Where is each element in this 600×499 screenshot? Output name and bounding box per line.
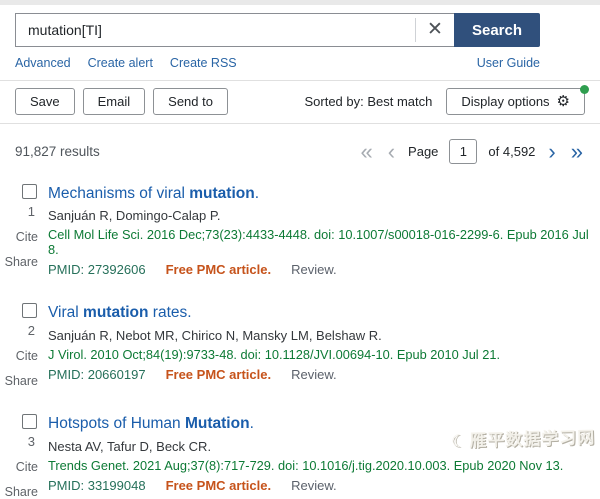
results-list: 1 Cite Share Mechanisms of viral mutatio… bbox=[0, 172, 600, 499]
save-button[interactable]: Save bbox=[15, 88, 75, 115]
result-content: Hotspots of Human Mutation. Nesta AV, Ta… bbox=[48, 414, 590, 499]
article-authors: Sanjuán R, Domingo-Calap P. bbox=[48, 208, 590, 223]
advanced-link[interactable]: Advanced bbox=[15, 56, 71, 70]
article-pmid: PMID: 20660197 bbox=[48, 367, 146, 382]
article-citation: Trends Genet. 2021 Aug;37(8):717-729. do… bbox=[48, 458, 590, 473]
free-pmc-label: Free PMC article. bbox=[166, 262, 272, 277]
publication-type: Review. bbox=[291, 367, 337, 382]
create-rss-link[interactable]: Create RSS bbox=[170, 56, 237, 70]
result-rail: 3 Cite Share bbox=[0, 414, 48, 499]
page-label: Page bbox=[408, 144, 438, 159]
free-pmc-label: Free PMC article. bbox=[166, 367, 272, 382]
total-pages-label: of 4,592 bbox=[488, 144, 535, 159]
results-toolbar: Save Email Send to Sorted by: Best match… bbox=[0, 81, 600, 123]
result-number: 3 bbox=[28, 434, 35, 449]
first-page-icon[interactable]: « bbox=[358, 144, 374, 160]
publication-type: Review. bbox=[291, 478, 337, 493]
publication-type: Review. bbox=[291, 262, 337, 277]
display-options-button[interactable]: Display options ⚙ bbox=[446, 88, 585, 115]
last-page-icon[interactable]: » bbox=[569, 144, 585, 160]
result-checkbox[interactable] bbox=[22, 414, 37, 429]
page-number-input[interactable] bbox=[449, 139, 477, 164]
sorted-by-label[interactable]: Sorted by: Best match bbox=[304, 94, 432, 109]
cite-button[interactable]: Cite bbox=[16, 349, 38, 363]
search-header: ✕ Search Advanced Create alert Create RS… bbox=[0, 5, 600, 80]
display-options-label: Display options bbox=[461, 94, 549, 109]
create-alert-link[interactable]: Create alert bbox=[88, 56, 153, 70]
free-pmc-label: Free PMC article. bbox=[166, 478, 272, 493]
result-rail: 1 Cite Share bbox=[0, 184, 48, 277]
search-input[interactable] bbox=[16, 22, 415, 38]
search-button[interactable]: Search bbox=[454, 13, 540, 47]
article-citation: J Virol. 2010 Oct;84(19):9733-48. doi: 1… bbox=[48, 347, 590, 362]
result-rail: 2 Cite Share bbox=[0, 303, 48, 388]
article-authors: Nesta AV, Tafur D, Beck CR. bbox=[48, 439, 590, 454]
result-checkbox[interactable] bbox=[22, 184, 37, 199]
result-number: 2 bbox=[28, 323, 35, 338]
article-title-link[interactable]: Mechanisms of viral mutation. bbox=[48, 184, 590, 203]
result-content: Viral mutation rates. Sanjuán R, Nebot M… bbox=[48, 303, 590, 388]
result-item-2: 2 Cite Share Viral mutation rates. Sanju… bbox=[0, 303, 590, 388]
cite-button[interactable]: Cite bbox=[16, 460, 38, 474]
results-bar: 91,827 results « ‹ Page of 4,592 › » bbox=[0, 124, 600, 172]
search-input-wrap: ✕ bbox=[15, 13, 454, 47]
result-item-1: 1 Cite Share Mechanisms of viral mutatio… bbox=[0, 184, 590, 277]
article-title-link[interactable]: Viral mutation rates. bbox=[48, 303, 590, 322]
article-title-link[interactable]: Hotspots of Human Mutation. bbox=[48, 414, 590, 433]
email-button[interactable]: Email bbox=[83, 88, 146, 115]
result-number: 1 bbox=[28, 204, 35, 219]
result-content: Mechanisms of viral mutation. Sanjuán R,… bbox=[48, 184, 590, 277]
prev-page-icon[interactable]: ‹ bbox=[386, 144, 397, 160]
result-item-3: 3 Cite Share Hotspots of Human Mutation.… bbox=[0, 414, 590, 499]
results-count: 91,827 results bbox=[15, 144, 100, 159]
clear-search-icon[interactable]: ✕ bbox=[416, 14, 454, 46]
cite-button[interactable]: Cite bbox=[16, 230, 38, 244]
user-guide-link[interactable]: User Guide bbox=[477, 56, 540, 70]
article-pmid: PMID: 33199048 bbox=[48, 478, 146, 493]
next-page-icon[interactable]: › bbox=[546, 144, 557, 160]
notification-dot bbox=[580, 85, 589, 94]
share-button[interactable]: Share bbox=[5, 485, 38, 499]
article-authors: Sanjuán R, Nebot MR, Chirico N, Mansky L… bbox=[48, 328, 590, 343]
result-checkbox[interactable] bbox=[22, 303, 37, 318]
send-to-button[interactable]: Send to bbox=[153, 88, 228, 115]
pagination: « ‹ Page of 4,592 › » bbox=[358, 139, 585, 164]
article-citation: Cell Mol Life Sci. 2016 Dec;73(23):4433-… bbox=[48, 227, 590, 257]
article-pmid: PMID: 27392606 bbox=[48, 262, 146, 277]
share-button[interactable]: Share bbox=[5, 374, 38, 388]
gear-icon: ⚙ bbox=[557, 94, 570, 109]
share-button[interactable]: Share bbox=[5, 255, 38, 269]
